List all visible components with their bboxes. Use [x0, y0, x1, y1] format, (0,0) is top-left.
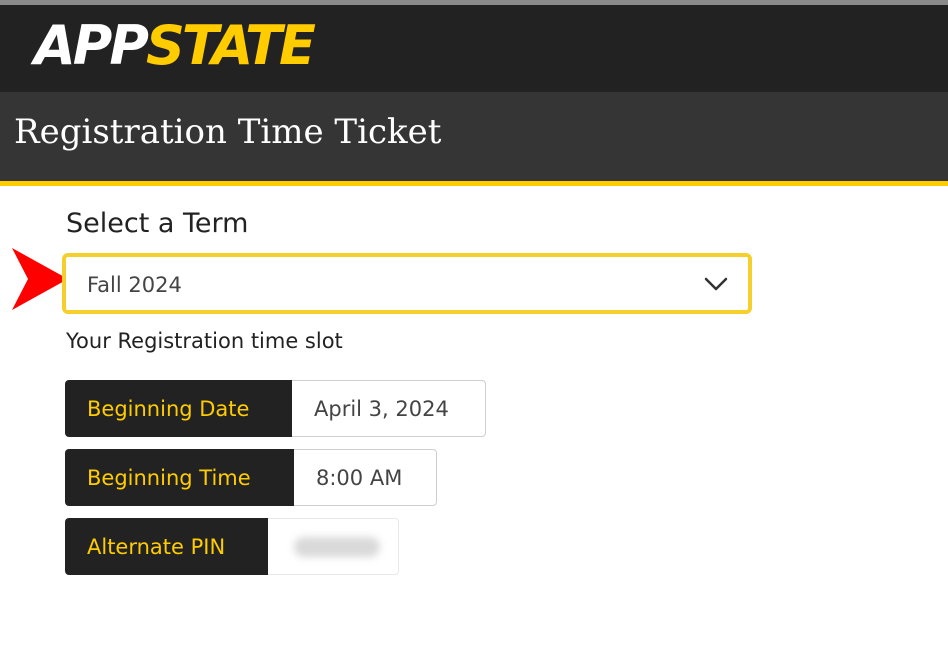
beginning-date-value: April 3, 2024 [292, 380, 486, 437]
beginning-time-value: 8:00 AM [294, 449, 437, 506]
alternate-pin-value [268, 518, 399, 575]
alternate-pin-row: Alternate PIN [65, 518, 399, 575]
alternate-pin-label: Alternate PIN [65, 518, 268, 575]
beginning-time-label: Beginning Time [65, 449, 294, 506]
logo-state-text: STATE [145, 14, 316, 77]
term-select-dropdown[interactable]: Fall 2024 [62, 253, 752, 314]
red-arrow-icon [12, 248, 68, 310]
beginning-time-row: Beginning Time 8:00 AM [65, 449, 437, 506]
chevron-down-icon [704, 277, 728, 291]
beginning-date-label: Beginning Date [65, 380, 292, 437]
appstate-logo[interactable]: APPSTATE [34, 19, 316, 73]
select-term-heading: Select a Term [66, 208, 249, 239]
gold-divider [0, 181, 948, 186]
selected-term-value: Fall 2024 [87, 273, 182, 297]
beginning-date-row: Beginning Date April 3, 2024 [65, 380, 486, 437]
logo-app-text: APP [34, 14, 149, 77]
time-slot-label: Your Registration time slot [66, 329, 343, 353]
site-header: APPSTATE [0, 5, 948, 92]
title-bar: Registration Time Ticket [0, 92, 948, 181]
page-title: Registration Time Ticket [14, 112, 442, 152]
pin-redacted-blur [294, 536, 380, 557]
